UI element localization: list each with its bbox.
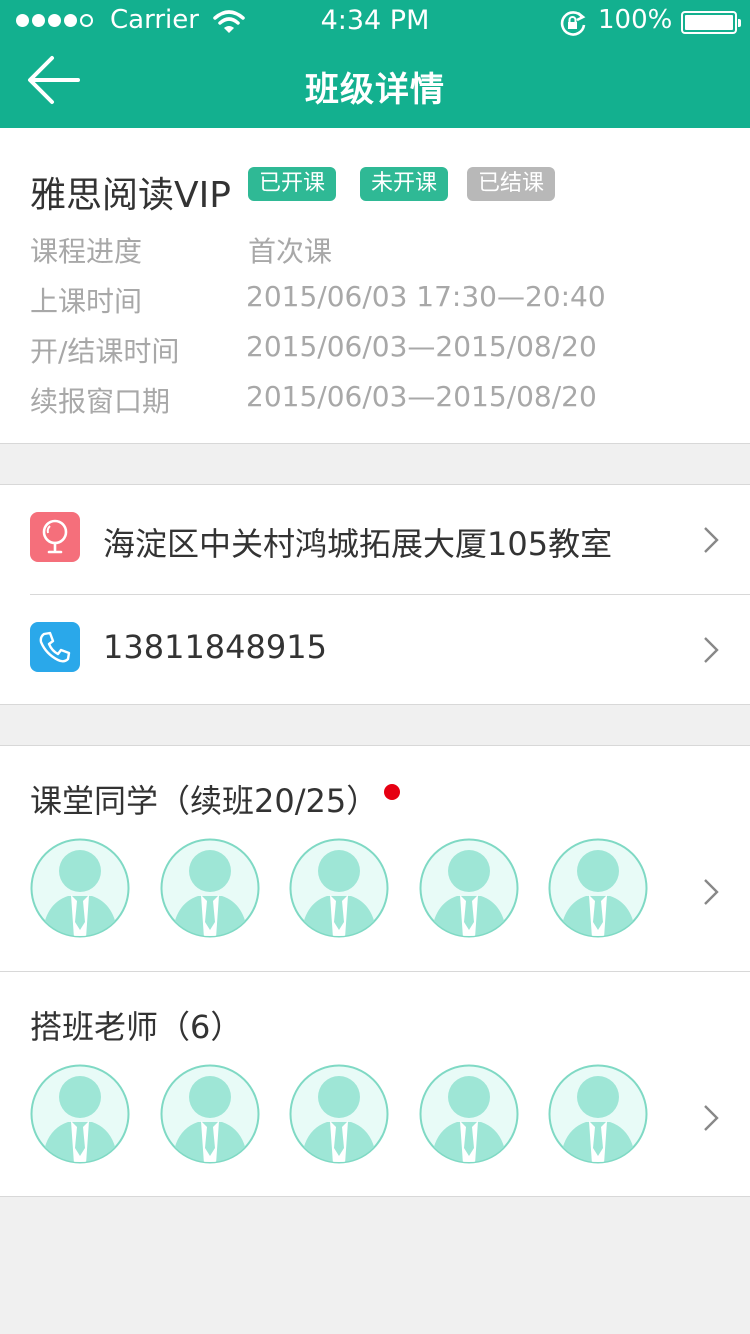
rotation-lock-icon — [560, 11, 586, 36]
chevron-right-icon — [704, 637, 719, 663]
contact-card: 海淀区中关村鸿城拓展大厦105教室 13811848915 — [0, 484, 750, 705]
chevron-right-icon — [704, 879, 719, 905]
battery-icon — [681, 11, 741, 34]
classmates-title: 课堂同学（续班20/25） — [30, 782, 379, 820]
avatar[interactable] — [548, 1064, 648, 1164]
avatar[interactable] — [419, 838, 519, 938]
status-badge-finished: 已结课 — [467, 167, 556, 201]
avatar[interactable] — [419, 1064, 519, 1164]
avatar[interactable] — [289, 838, 389, 938]
info-value: 2015/06/03—2015/08/20 — [246, 330, 597, 363]
page-title: 班级详情 — [305, 70, 445, 110]
chevron-right-icon — [704, 1105, 719, 1131]
course-name: 雅思阅读VIP — [30, 175, 231, 216]
phone-row[interactable]: 13811848915 — [0, 595, 750, 704]
info-value: 2015/06/03—2015/08/20 — [246, 380, 597, 413]
status-badge-started: 已开课 — [248, 167, 337, 201]
address-row[interactable]: 海淀区中关村鸿城拓展大厦105教室 — [0, 485, 750, 594]
row-divider — [0, 971, 750, 972]
notification-dot — [384, 784, 400, 800]
battery-percent: 100% — [598, 5, 673, 35]
avatar[interactable] — [30, 1064, 130, 1164]
avatar[interactable] — [289, 1064, 389, 1164]
nav-header: Carrier 4:34 PM 100% 班级详情 — [0, 0, 750, 128]
chevron-right-icon — [704, 527, 719, 553]
avatar[interactable] — [160, 838, 260, 938]
info-label: 上课时间 — [30, 285, 143, 318]
info-label: 课程进度 — [30, 235, 143, 268]
avatar[interactable] — [160, 1064, 260, 1164]
phone-icon — [30, 622, 80, 672]
people-card: 课堂同学（续班20/25） 搭班老师（6） — [0, 745, 750, 1197]
info-label: 续报窗口期 — [30, 385, 171, 418]
phone-text: 13811848915 — [103, 628, 327, 666]
course-info-card: 雅思阅读VIP 已开课 未开课 已结课 课程进度 首次课 上课时间 2015/0… — [0, 128, 750, 444]
avatar[interactable] — [548, 838, 648, 938]
info-label: 开/结课时间 — [30, 335, 180, 368]
avatar[interactable] — [30, 838, 130, 938]
teachers-title: 搭班老师（6） — [30, 1008, 243, 1046]
status-badge-not-started: 未开课 — [360, 167, 449, 201]
status-bar: Carrier 4:34 PM 100% — [0, 0, 750, 40]
info-value: 2015/06/03 17:30—20:40 — [246, 280, 606, 313]
location-pin-icon — [30, 512, 80, 562]
info-value: 首次课 — [248, 235, 333, 268]
address-text: 海淀区中关村鸿城拓展大厦105教室 — [103, 525, 613, 563]
